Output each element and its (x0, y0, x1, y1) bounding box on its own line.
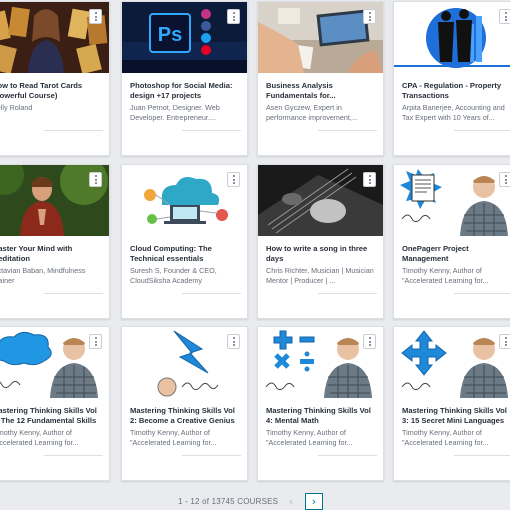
course-author: Chris Richter, Musician | Musician Mento… (266, 266, 374, 285)
course-author: Juan Pernot, Designer. Web Developer. En… (130, 103, 220, 122)
card-menu-button[interactable] (499, 334, 510, 349)
course-author: Kelly Roland (0, 103, 33, 112)
card-menu-button[interactable] (363, 172, 376, 187)
divider (318, 130, 377, 131)
course-author: Suresh S, Founder & CEO, CloudSiksha Aca… (130, 266, 217, 285)
course-title[interactable]: How to Read Tarot Cards (Powerful Course… (0, 81, 103, 101)
card-menu-button[interactable] (89, 334, 102, 349)
course-card[interactable]: How to Read Tarot Cards (Powerful Course… (0, 1, 110, 156)
course-author: Timothy Kenny, Author of "Accelerated Le… (402, 266, 489, 285)
course-title[interactable]: Mastering Thinking Skills Vol 4: Mental … (266, 406, 377, 426)
course-author: Octavian Baban, Mindfulness Trainer (0, 266, 86, 285)
divider (454, 455, 510, 456)
divider (182, 455, 241, 456)
chevron-right-icon[interactable]: › (305, 493, 323, 510)
course-title[interactable]: Photoshop for Social Media: design +17 p… (130, 81, 241, 101)
course-title[interactable]: Mastering Thinking Skills Vol 3: 15 Secr… (402, 406, 510, 426)
course-card[interactable]: OnePagerr Project Management Timothy Ken… (393, 164, 510, 319)
card-menu-button[interactable] (89, 172, 102, 187)
course-card[interactable]: CPA - Regulation - Property Transactions… (393, 1, 510, 156)
course-card[interactable]: Master Your Mind with Meditation Octavia… (0, 164, 110, 319)
course-grid: How to Read Tarot Cards (Powerful Course… (0, 0, 510, 490)
course-title[interactable]: Mastering Thinking Skills Vol 2: Become … (130, 406, 241, 426)
course-author: Asen Gyczew, Expert in performance impro… (266, 103, 358, 122)
svg-text:Ps: Ps (158, 24, 182, 46)
course-card[interactable]: Mastering Thinking Skills Vol 2: Become … (121, 326, 248, 481)
divider (44, 455, 103, 456)
card-menu-button[interactable] (363, 9, 376, 24)
card-menu-button[interactable] (89, 9, 102, 24)
course-thumbnail[interactable] (394, 2, 510, 73)
course-card[interactable]: Mastering Thinking Skills Vol 3: 15 Secr… (393, 326, 510, 481)
course-title[interactable]: Cloud Computing: The Technical essential… (130, 244, 241, 264)
divider (182, 130, 241, 131)
course-author: Timothy Kenny, Author of "Accelerated Le… (402, 428, 489, 447)
divider (318, 455, 377, 456)
chevron-left-icon[interactable]: ‹ (282, 493, 300, 510)
pagination: 1 - 12 of 13745 COURSES ‹ › (0, 490, 510, 510)
divider (318, 293, 377, 294)
course-card[interactable]: Business Analysis Fundamentals for... As… (257, 1, 384, 156)
divider (454, 293, 510, 294)
divider (454, 130, 510, 131)
course-card[interactable]: Cloud Computing: The Technical essential… (121, 164, 248, 319)
pagination-summary: 1 - 12 of 13745 COURSES (178, 497, 279, 506)
divider (44, 293, 103, 294)
course-author: Timothy Kenny, Author of "Accelerated Le… (266, 428, 353, 447)
course-author: Arpita Banerjee, Accounting and Tax Expe… (402, 103, 505, 122)
course-author: Timothy Kenny, Author of "Accelerated Le… (130, 428, 217, 447)
divider (182, 293, 241, 294)
divider (44, 130, 103, 131)
course-author: Timothy Kenny, Author of "Accelerated Le… (0, 428, 79, 447)
course-card[interactable]: Mastering Thinking Skills Vol 4: Mental … (257, 326, 384, 481)
course-thumbnail[interactable] (394, 165, 510, 236)
course-card[interactable]: How to write a song in three days Chris … (257, 164, 384, 319)
course-title[interactable]: OnePagerr Project Management (402, 244, 510, 264)
course-card[interactable]: Mastering Thinking Skills Vol 1: The 12 … (0, 326, 110, 481)
course-title[interactable]: Master Your Mind with Meditation (0, 244, 103, 264)
course-thumbnail[interactable] (394, 327, 510, 398)
course-title[interactable]: Business Analysis Fundamentals for... (266, 81, 377, 101)
card-menu-button[interactable] (363, 334, 376, 349)
course-title[interactable]: How to write a song in three days (266, 244, 377, 264)
card-menu-button[interactable] (499, 9, 510, 24)
course-title[interactable]: CPA - Regulation - Property Transactions (402, 81, 510, 101)
card-menu-button[interactable] (227, 172, 240, 187)
course-card[interactable]: Ps Photoshop for Social Media: design +1… (121, 1, 248, 156)
card-menu-button[interactable] (227, 334, 240, 349)
card-menu-button[interactable] (499, 172, 510, 187)
card-menu-button[interactable] (227, 9, 240, 24)
course-title[interactable]: Mastering Thinking Skills Vol 1: The 12 … (0, 406, 103, 426)
